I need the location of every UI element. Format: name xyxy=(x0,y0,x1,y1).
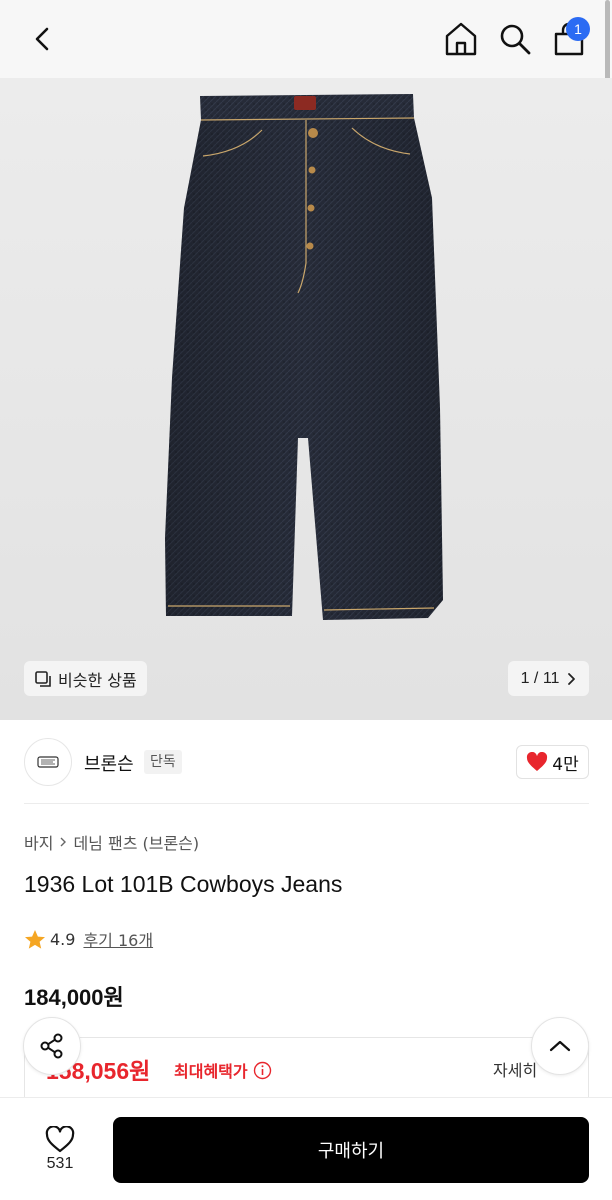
similar-products-button[interactable]: 비슷한 상품 xyxy=(24,661,147,696)
scroll-to-top-button[interactable] xyxy=(531,1017,589,1075)
brand-logo[interactable] xyxy=(24,738,72,786)
cart-count-badge: 1 xyxy=(566,17,590,41)
max-benefit-label-group: 최대혜택가 xyxy=(174,1058,272,1082)
brand-logo-mark xyxy=(37,756,59,768)
image-pager-text: 1 / 11 xyxy=(520,669,560,687)
heart-filled-icon xyxy=(527,752,548,771)
similar-items-icon xyxy=(35,670,51,687)
rating-value: 4.9 xyxy=(50,929,76,949)
chevron-right-icon xyxy=(60,837,67,847)
chevron-right-icon xyxy=(568,672,576,685)
brand-like-count: 4만 xyxy=(552,754,579,775)
reviews-link[interactable]: 후기 16개 xyxy=(83,927,153,951)
breadcrumb: 바지 데님 팬츠 (브론슨) xyxy=(24,830,199,854)
buy-button[interactable]: 구매하기 xyxy=(113,1117,589,1183)
brand-row: 브론슨 단독 4만 xyxy=(0,720,612,804)
product-price: 184,000원 xyxy=(24,985,124,1010)
divider xyxy=(24,803,589,804)
image-pager-button[interactable]: 1 / 11 xyxy=(508,661,589,696)
similar-products-label: 비슷한 상품 xyxy=(58,670,137,690)
breadcrumb-category[interactable]: 바지 xyxy=(24,830,53,854)
back-arrow-icon[interactable] xyxy=(26,22,60,56)
chevron-up-icon xyxy=(549,1040,571,1052)
wishlist-count: 531 xyxy=(46,1154,74,1172)
wishlist-button[interactable]: 531 xyxy=(22,1118,98,1180)
exclusive-tag: 단독 xyxy=(144,750,182,774)
brand-like-button[interactable]: 4만 xyxy=(516,745,589,779)
product-photo xyxy=(165,94,443,620)
top-navigation-bar: 1 xyxy=(0,0,612,78)
share-icon xyxy=(40,1033,63,1059)
brand-name[interactable]: 브론슨 xyxy=(84,750,134,776)
star-icon xyxy=(25,929,45,949)
max-benefit-label: 최대혜택가 xyxy=(174,1062,248,1081)
search-icon[interactable] xyxy=(497,21,533,57)
info-icon[interactable] xyxy=(253,1061,272,1080)
home-icon[interactable] xyxy=(443,20,479,58)
share-button[interactable] xyxy=(23,1017,81,1075)
rating-row: 4.9 후기 16개 xyxy=(24,927,153,951)
heart-outline-icon xyxy=(45,1125,75,1152)
product-image-gallery[interactable] xyxy=(0,78,612,720)
breadcrumb-subcategory[interactable]: 데님 팬츠 (브론슨) xyxy=(73,830,199,854)
benefit-details-link[interactable]: 자세히 xyxy=(493,1057,537,1081)
product-title: 1936 Lot 101B Cowboys Jeans xyxy=(24,871,343,897)
